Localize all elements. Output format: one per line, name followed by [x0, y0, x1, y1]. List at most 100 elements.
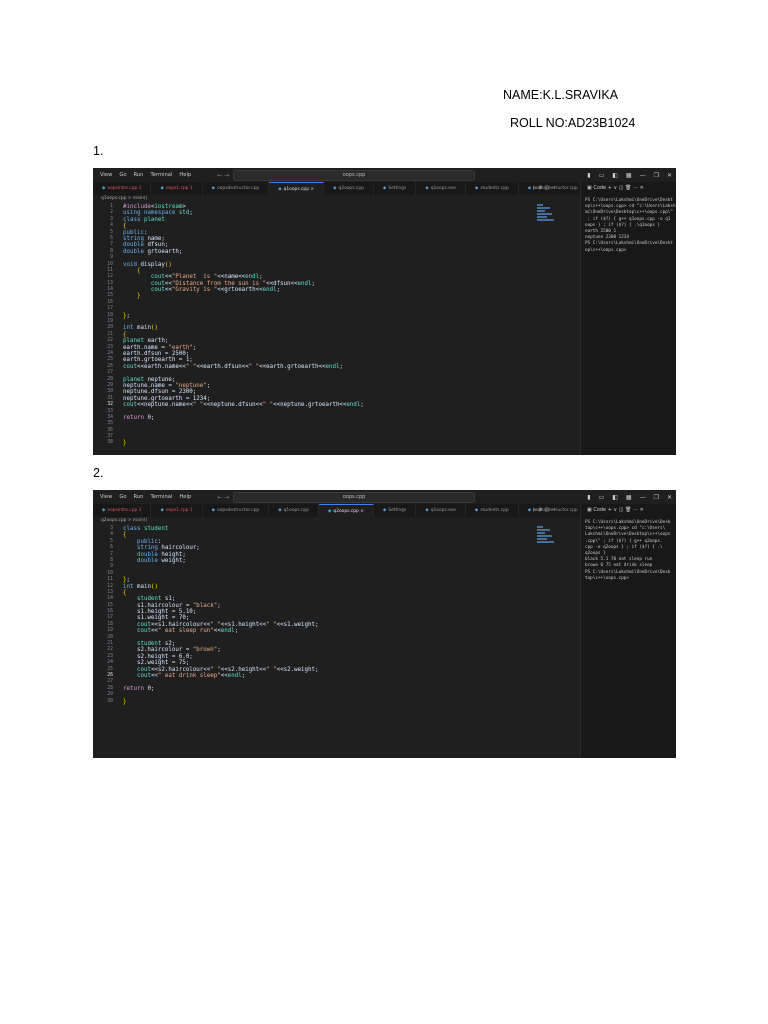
window-controls: ▮ ▭ ◧ ▦ — ❐ ✕: [587, 168, 672, 182]
question-2-label: 2.: [93, 466, 104, 480]
minimize-icon[interactable]: —: [640, 494, 646, 501]
code-text: };: [123, 312, 130, 319]
code-text: cout<<" eat sleep run"<<endl;: [136, 628, 239, 635]
customize-layout-icon[interactable]: ▦: [626, 172, 632, 179]
code-text: int main(): [123, 583, 158, 590]
code-text: cout<<" eat drink sleep"<<endl;: [136, 672, 246, 679]
cpp-file-icon: ◆: [527, 186, 532, 191]
code-text: cout<<neptune.name<<" "<<neptune.dfsun<<…: [123, 402, 364, 409]
terminal-panel[interactable]: ▣ Code + ∨ ◫ 🗑 ⋯ ✕ PS C:\Users\Lakshmi\On…: [580, 504, 676, 758]
menu-go[interactable]: Go: [119, 494, 126, 500]
layout-panel-icon[interactable]: ▭: [599, 494, 605, 501]
tab-label: Settings: [388, 508, 407, 513]
breadcrumb[interactable]: q2oops.cpp > main(): [101, 518, 147, 523]
terminal-line: PS C:\Users\Lakshmi\OneDrive\Deskt: [585, 241, 673, 247]
minimap[interactable]: [537, 526, 555, 550]
editor-tab[interactable]: ◆ oopsdestructor.cpp: [203, 504, 270, 517]
menu-view[interactable]: View: [100, 494, 112, 500]
editor-tab[interactable]: ◆ q1oops.exe: [416, 504, 466, 517]
code-editor[interactable]: 3 class student 4{5 public: 6 string hairco…: [93, 526, 533, 705]
close-icon[interactable]: ✕: [667, 494, 672, 501]
editor-tab[interactable]: ◆ oops1.cpp 1: [151, 182, 203, 195]
layout-sidebar-icon[interactable]: ▮: [587, 494, 590, 501]
layout-panel-icon[interactable]: ▭: [599, 172, 605, 179]
editor-tab[interactable]: ◆ q1oops.cpp: [269, 504, 320, 517]
terminal-line: op\c++\oops.cpp>: [585, 247, 627, 253]
minimize-icon[interactable]: —: [640, 172, 646, 179]
terminal-line: Lakshmi\OneDrive\Desktop\c++\oops: [585, 532, 671, 538]
editor-actions[interactable]: ▷ ⚙ ◫ ⋯: [533, 182, 556, 195]
code-editor[interactable]: 1 #include<iostream> 2 using namespace std;…: [93, 204, 533, 447]
editor-tabs: ◆ oopsintro.cpp 1 ◆ oops1.cpp 1 ◆ oopsdestruc…: [93, 182, 580, 195]
layout-sidebar-icon[interactable]: ▮: [587, 172, 590, 179]
editor-tabs: ◆ oopsintro.cpp 1 ◆ oops1.cpp 1 ◆ oopsdestruc…: [93, 504, 580, 517]
command-search-input[interactable]: oops.cpp: [233, 492, 475, 503]
navigation-arrows[interactable]: ← →: [217, 494, 229, 501]
terminal-line: mi\OneDrive\Desktop\c++\oops.cpp\": [585, 210, 673, 216]
navigation-arrows[interactable]: ← →: [217, 172, 229, 179]
editor-actions[interactable]: ▷ ⚙ ◫ ⋯: [533, 504, 556, 517]
menu-run[interactable]: Run: [134, 494, 144, 500]
terminal-line: PS C:\Users\Lakshmi\OneDrive\Desk: [585, 569, 671, 575]
restore-icon[interactable]: ❐: [654, 494, 659, 501]
terminal-output: PS C:\Users\Lakshmi\OneDrive\Desktop\c++…: [581, 195, 676, 254]
code-text: return 0;: [123, 414, 155, 421]
close-icon[interactable]: ✕: [667, 172, 672, 179]
line-number: 38: [107, 440, 113, 446]
menu-view[interactable]: View: [100, 172, 112, 178]
vscode-screenshot-1: View Go Run Terminal Help ← → oops.cpp ▮ ▭ ◧ ▦ — ❐ ✕ ◆…: [93, 168, 676, 455]
editor-tab[interactable]: ◆ Settings: [374, 182, 417, 195]
editor-tab[interactable]: ◆ oopsintro.cpp 1: [93, 182, 152, 195]
editor-tab[interactable]: ◆ oops1.cpp 1: [151, 504, 203, 517]
menu-help[interactable]: Help: [179, 494, 191, 500]
menu-go[interactable]: Go: [119, 172, 126, 178]
line-number: 30: [107, 698, 113, 704]
editor-tab[interactable]: ◆ q1oops.cpp ×: [269, 182, 325, 195]
minimap[interactable]: [537, 204, 555, 228]
code-text: cout<<earth.name<<" "<<earth.dfsun<<" "<…: [123, 363, 343, 370]
terminal-actions[interactable]: + ∨ ◫ 🗑 ⋯ ✕: [606, 185, 644, 191]
code-line: 30}: [93, 699, 533, 705]
vscode-screenshot-2: View Go Run Terminal Help ← → oops.cpp ▮ ▭ ◧ ▦ — ❐ ✕ ◆…: [93, 490, 676, 758]
tab-label: oops1.cpp 1: [165, 186, 193, 191]
cpp-file-icon: ◆: [425, 508, 429, 513]
restore-icon[interactable]: ❐: [654, 172, 659, 179]
terminal-line: .cpp\" ; if ($?) { g++ q2oops.: [585, 538, 663, 544]
cpp-file-icon: ◆: [474, 508, 479, 513]
tab-label: q1oops.exe: [430, 186, 456, 191]
tab-label: q2oops.cpp ×: [333, 509, 364, 514]
menu-terminal[interactable]: Terminal: [150, 494, 172, 500]
menu-run[interactable]: Run: [134, 172, 144, 178]
terminal-panel[interactable]: ▣ Code + ∨ ◫ 🗑 ⋯ ✕ PS C:\Users\Lakshmi\On…: [580, 182, 676, 455]
menu-terminal[interactable]: Terminal: [150, 172, 172, 178]
menu-help[interactable]: Help: [179, 172, 191, 178]
breadcrumb[interactable]: q1oops.cpp > main(): [101, 196, 147, 201]
code-text: }: [136, 293, 141, 300]
editor-tab[interactable]: ◆ oopsdestructor.cpp: [203, 182, 270, 195]
tab-label: oopsdestructor.cpp: [217, 186, 260, 191]
code-text: }: [123, 440, 127, 447]
editor-tab[interactable]: ◆ students.cpp: [466, 182, 519, 195]
layout-secondary-icon[interactable]: ◧: [612, 494, 618, 501]
window-controls: ▮ ▭ ◧ ▦ — ❐ ✕: [587, 490, 672, 504]
editor-tab[interactable]: ◆ q2oops.cpp: [324, 182, 374, 195]
editor-tab[interactable]: ◆ Settings: [374, 504, 417, 517]
cpp-file-icon: ◆: [527, 508, 532, 513]
editor-tab[interactable]: ◆ q2oops.cpp ×: [319, 504, 374, 517]
code-text: cout<<"Gravity is "<<grtoearth<<endl;: [150, 287, 281, 294]
editor-tab[interactable]: ◆ oopsintro.cpp 1: [93, 504, 152, 517]
terminal-title: Code: [593, 507, 607, 513]
cpp-file-icon: ◆: [382, 186, 387, 191]
cpp-file-icon: ◆: [382, 508, 387, 513]
customize-layout-icon[interactable]: ▦: [626, 494, 632, 501]
terminal-actions[interactable]: + ∨ ◫ 🗑 ⋯ ✕: [606, 507, 644, 513]
tab-label: Settings: [388, 186, 407, 191]
editor-tab[interactable]: ◆ students.cpp: [466, 504, 519, 517]
layout-secondary-icon[interactable]: ◧: [612, 172, 618, 179]
tab-label: students.cpp: [480, 508, 509, 513]
editor-tab[interactable]: ◆ q1oops.exe: [416, 182, 466, 195]
code-text: return 0;: [123, 685, 155, 692]
tab-label: q2oops.cpp: [338, 186, 364, 191]
command-search-input[interactable]: oops.cpp: [233, 170, 475, 181]
tab-label: oopsdestructor.cpp: [217, 508, 260, 513]
